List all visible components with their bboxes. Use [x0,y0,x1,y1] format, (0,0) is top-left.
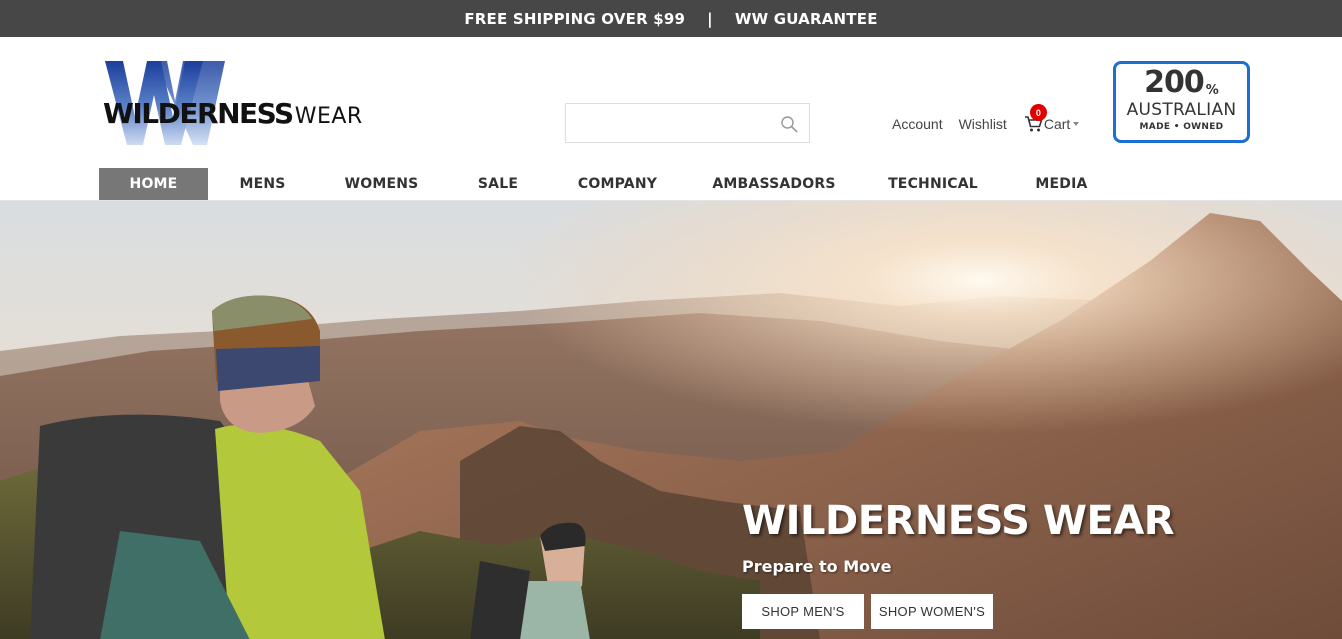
brand-wordmark: WILDERNESSWEAR [103,97,363,130]
promo-shipping-text: FREE SHIPPING OVER $99 [464,9,686,28]
badge-country: AUSTRALIAN [1126,100,1237,120]
nav-item-media[interactable]: MEDIA [1003,168,1120,200]
nav-item-womens[interactable]: WOMENS [317,168,446,200]
site-header: WILDERNESSWEAR Account Wishlist 0 Cart 2… [0,37,1342,200]
shop-mens-button[interactable]: SHOP MEN'S [742,594,864,629]
australian-made-badge: 200% AUSTRALIAN MADE • OWNED [1113,61,1250,143]
promo-guarantee-link[interactable]: WW GUARANTEE [735,10,878,28]
nav-item-company[interactable]: COMPANY [550,168,685,200]
badge-made-owned: MADE • OWNED [1139,122,1224,132]
brand-name-bold: WILDERNESS [103,97,294,130]
cart-label: Cart [1043,116,1071,132]
promo-bar: FREE SHIPPING OVER $99 | WW GUARANTEE [0,0,1342,37]
nav-item-ambassadors[interactable]: AMBASSADORS [685,168,863,200]
wishlist-link[interactable]: Wishlist [959,116,1007,132]
search-input[interactable] [566,104,766,142]
brand-name-light: WEAR [294,104,363,129]
badge-number-row: 200% [1116,65,1247,100]
search-box [565,103,810,143]
main-nav: HOME MENS WOMENS SALE COMPANY AMBASSADOR… [99,168,1120,200]
nav-item-technical[interactable]: TECHNICAL [863,168,1003,200]
shop-womens-button[interactable]: SHOP WOMEN'S [871,594,993,629]
badge-number: 200 [1144,65,1205,100]
hero-title: WILDERNESS WEAR [742,498,1175,544]
hero-image [0,201,1342,639]
search-icon[interactable] [780,115,798,133]
promo-separator: | [707,9,713,28]
hero-banner: WILDERNESS WEAR Prepare to Move SHOP MEN… [0,200,1342,639]
brand-logo[interactable]: WILDERNESSWEAR [103,61,362,145]
chevron-down-icon [1073,122,1080,126]
account-link[interactable]: Account [892,116,943,132]
badge-percent: % [1205,83,1219,98]
cart-link[interactable]: 0 Cart [1024,104,1080,133]
nav-item-sale[interactable]: SALE [446,168,550,200]
header-links: Account Wishlist 0 Cart [892,104,1080,133]
cart-count-badge: 0 [1029,104,1047,121]
nav-item-mens[interactable]: MENS [208,168,317,200]
hero-subtitle: Prepare to Move [742,557,892,576]
nav-item-home[interactable]: HOME [99,168,208,200]
